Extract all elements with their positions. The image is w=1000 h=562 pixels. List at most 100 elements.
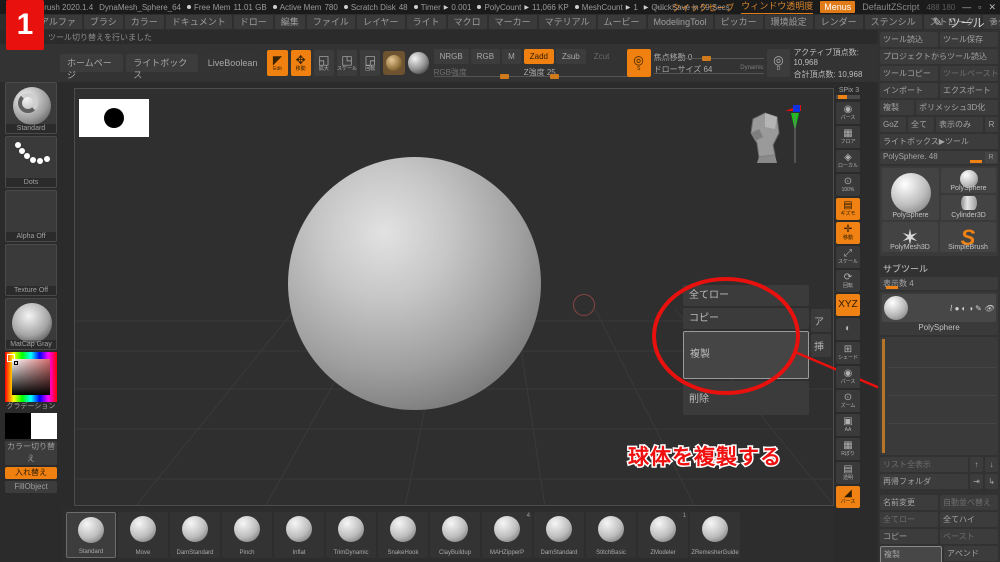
brush-TrimDynamic[interactable]: TrimDynamic	[326, 512, 376, 558]
aa-icon[interactable]: ▣ AA	[836, 414, 860, 436]
subtool-toggle-icons[interactable]: ⌇ ● ◐ ◑ ✎ 👁	[911, 304, 994, 313]
rotate-mode-icon[interactable]: ◳ スケール	[336, 50, 358, 76]
close-icon[interactable]: ✕	[988, 2, 996, 13]
z-intensity-slider[interactable]: Z強度 25	[523, 67, 634, 79]
brush-Inflat[interactable]: Inflat	[274, 512, 324, 558]
copy-tool-button[interactable]: ツールコピー	[880, 66, 938, 81]
tool-polysphere[interactable]: PolySphere	[941, 168, 996, 193]
move-mode-icon[interactable]: ✥ 移動	[290, 50, 311, 76]
menu-16[interactable]: レンダー	[814, 15, 863, 29]
tool-simplebrush[interactable]: S SimpleBrush	[940, 222, 996, 252]
copy-subtool-button[interactable]: コピー	[880, 529, 938, 544]
menu-13[interactable]: ModelingTool	[647, 15, 713, 29]
auto-sort-button[interactable]: 自動並べ替え	[940, 495, 998, 510]
lightbox-tool-button[interactable]: ライトボックス▶ツール	[880, 134, 998, 149]
menu-duplicate[interactable]: 複製	[683, 331, 809, 379]
fill-object-button[interactable]: FillObject	[5, 481, 57, 493]
goz-button[interactable]: GoZ	[880, 117, 906, 132]
menu-insert[interactable]: 挿	[811, 334, 831, 357]
layer-icon[interactable]: ▤ 透明	[836, 462, 860, 484]
make-polymesh3d-button[interactable]: ポリメッシュ3D化	[916, 100, 998, 115]
texture-slot[interactable]: Texture Off	[5, 244, 57, 296]
export-button[interactable]: エクスポート	[940, 83, 998, 98]
rgb-button[interactable]: RGB	[470, 49, 501, 64]
visible-icon[interactable]: ●	[955, 304, 960, 313]
slider-knob[interactable]	[970, 160, 982, 163]
edit-icon[interactable]: ✎	[975, 304, 982, 313]
menu-4[interactable]: ドロー	[233, 15, 273, 29]
slider-knob[interactable]	[499, 74, 509, 79]
menus-badge[interactable]: Menus	[820, 1, 856, 13]
menu-15[interactable]: 環境設定	[764, 15, 813, 29]
brush-SnakeHook[interactable]: SnakeHook	[378, 512, 428, 558]
secondary-color-swatch[interactable]	[31, 413, 57, 439]
subtool-item[interactable]: ⌇ ● ◐ ◑ ✎ 👁	[882, 294, 996, 322]
slider-knob[interactable]	[886, 286, 898, 289]
menu-9[interactable]: マクロ	[447, 15, 487, 29]
tool-polymesh3d[interactable]: ✶ PolyMesh3D	[882, 222, 938, 252]
persp2-icon[interactable]: ◉ パース	[836, 366, 860, 388]
xyz-icon[interactable]: XYZ	[836, 294, 860, 316]
lightbox-button[interactable]: ライトボックス	[126, 54, 198, 80]
subtool-context-menu-side[interactable]: ア 挿	[811, 309, 831, 359]
tool-cylinder3d[interactable]: Cylinder3D	[941, 195, 996, 220]
subtool-scroll-area[interactable]	[880, 337, 998, 455]
clone-button[interactable]: 複製	[880, 100, 914, 115]
move-up-button[interactable]: ↑	[970, 457, 983, 472]
tool-r-button[interactable]: R	[985, 152, 997, 163]
orientation-gizmo[interactable]	[735, 103, 815, 167]
brush-slot[interactable]: Standard	[5, 82, 57, 134]
nrgb-button[interactable]: NRGB	[433, 49, 469, 64]
menu-7[interactable]: レイヤー	[356, 15, 405, 29]
wireframe-icon[interactable]: ⌇	[949, 304, 953, 313]
menu-append[interactable]: ア	[811, 309, 831, 332]
load-tool-from-project-button[interactable]: プロジェクトからツール読込	[880, 49, 998, 64]
move-icon[interactable]: ✛ 移動	[836, 222, 860, 244]
tool-polysphere-large[interactable]: PolySphere	[882, 168, 939, 220]
brush-ClayBuildup[interactable]: ClayBuildup	[430, 512, 480, 558]
default-zscript-label[interactable]: DefaultZScript	[862, 2, 919, 12]
recursive-folder-button[interactable]: 再帰フォルダ	[880, 474, 968, 489]
menu-copy[interactable]: コピー	[683, 308, 809, 329]
scale-mode-icon[interactable]: ◱ 拡大	[313, 50, 334, 76]
material-swatch[interactable]	[383, 51, 406, 75]
brush-ZModeler[interactable]: 1 ZModeler	[638, 512, 688, 558]
paste-tool-button[interactable]: ツールペースト	[940, 66, 998, 81]
swap-color-button[interactable]: 入れ替え	[5, 467, 57, 479]
window-transparency-button[interactable]: ウィンドウ透明度	[741, 0, 814, 15]
subtool-context-menu[interactable]: 全てロー コピー 複製 削除	[683, 285, 809, 417]
minimize-icon[interactable]: —	[962, 2, 971, 12]
menu-5[interactable]: 編集	[274, 15, 305, 29]
quick-save-button[interactable]: クイックセーブ	[672, 1, 734, 14]
zadd-button[interactable]: Zadd	[523, 49, 554, 64]
menu-1[interactable]: ブラシ	[83, 15, 123, 29]
poly-icon[interactable]: ⊞ シェード	[836, 342, 860, 364]
floor-icon[interactable]: ▦ フロア	[836, 126, 860, 148]
menu-delete[interactable]: 削除	[683, 381, 809, 415]
zoom2-icon[interactable]: ⊙ ズーム	[836, 390, 860, 412]
sphere-model[interactable]	[288, 157, 541, 410]
transp-icon[interactable]: ◑	[968, 304, 973, 313]
goz-r-button[interactable]: R	[985, 117, 998, 132]
menu-14[interactable]: ピッカー	[714, 15, 763, 29]
menu-3[interactable]: ドキュメント	[165, 15, 232, 29]
edit-mode-icon[interactable]: ◤ Edit	[267, 50, 288, 76]
subtool-count-slider[interactable]: 表示数 4	[880, 277, 998, 290]
maximize-icon[interactable]: ▫	[978, 2, 981, 12]
brush-MAHZipperP[interactable]: 4 MAHZipperP	[482, 512, 532, 558]
subtool-scrollbar[interactable]	[882, 339, 885, 453]
dynamic-icon[interactable]: ◢ パース	[836, 486, 860, 508]
slider-knob[interactable]	[549, 74, 559, 79]
primary-color-swatch[interactable]	[5, 413, 31, 439]
menu-12[interactable]: ムービー	[597, 15, 646, 29]
all-low-button[interactable]: 全てロー	[880, 512, 938, 527]
duplicate-subtool-button[interactable]: 複製	[880, 546, 942, 562]
stroke-slot[interactable]: Dots	[5, 136, 57, 188]
list-all-button[interactable]: リスト全表示	[880, 457, 968, 472]
dynamic-mode-icon[interactable]: ◎ D	[766, 49, 791, 77]
folder-out-button[interactable]: ⇥	[970, 474, 983, 489]
color-swatches[interactable]	[5, 413, 57, 439]
tool-name-slider[interactable]: PolySphere. 48 R	[880, 151, 998, 164]
goz-all-button[interactable]: 全て	[908, 117, 934, 132]
brush-DamStandard[interactable]: DamStandard	[534, 512, 584, 558]
